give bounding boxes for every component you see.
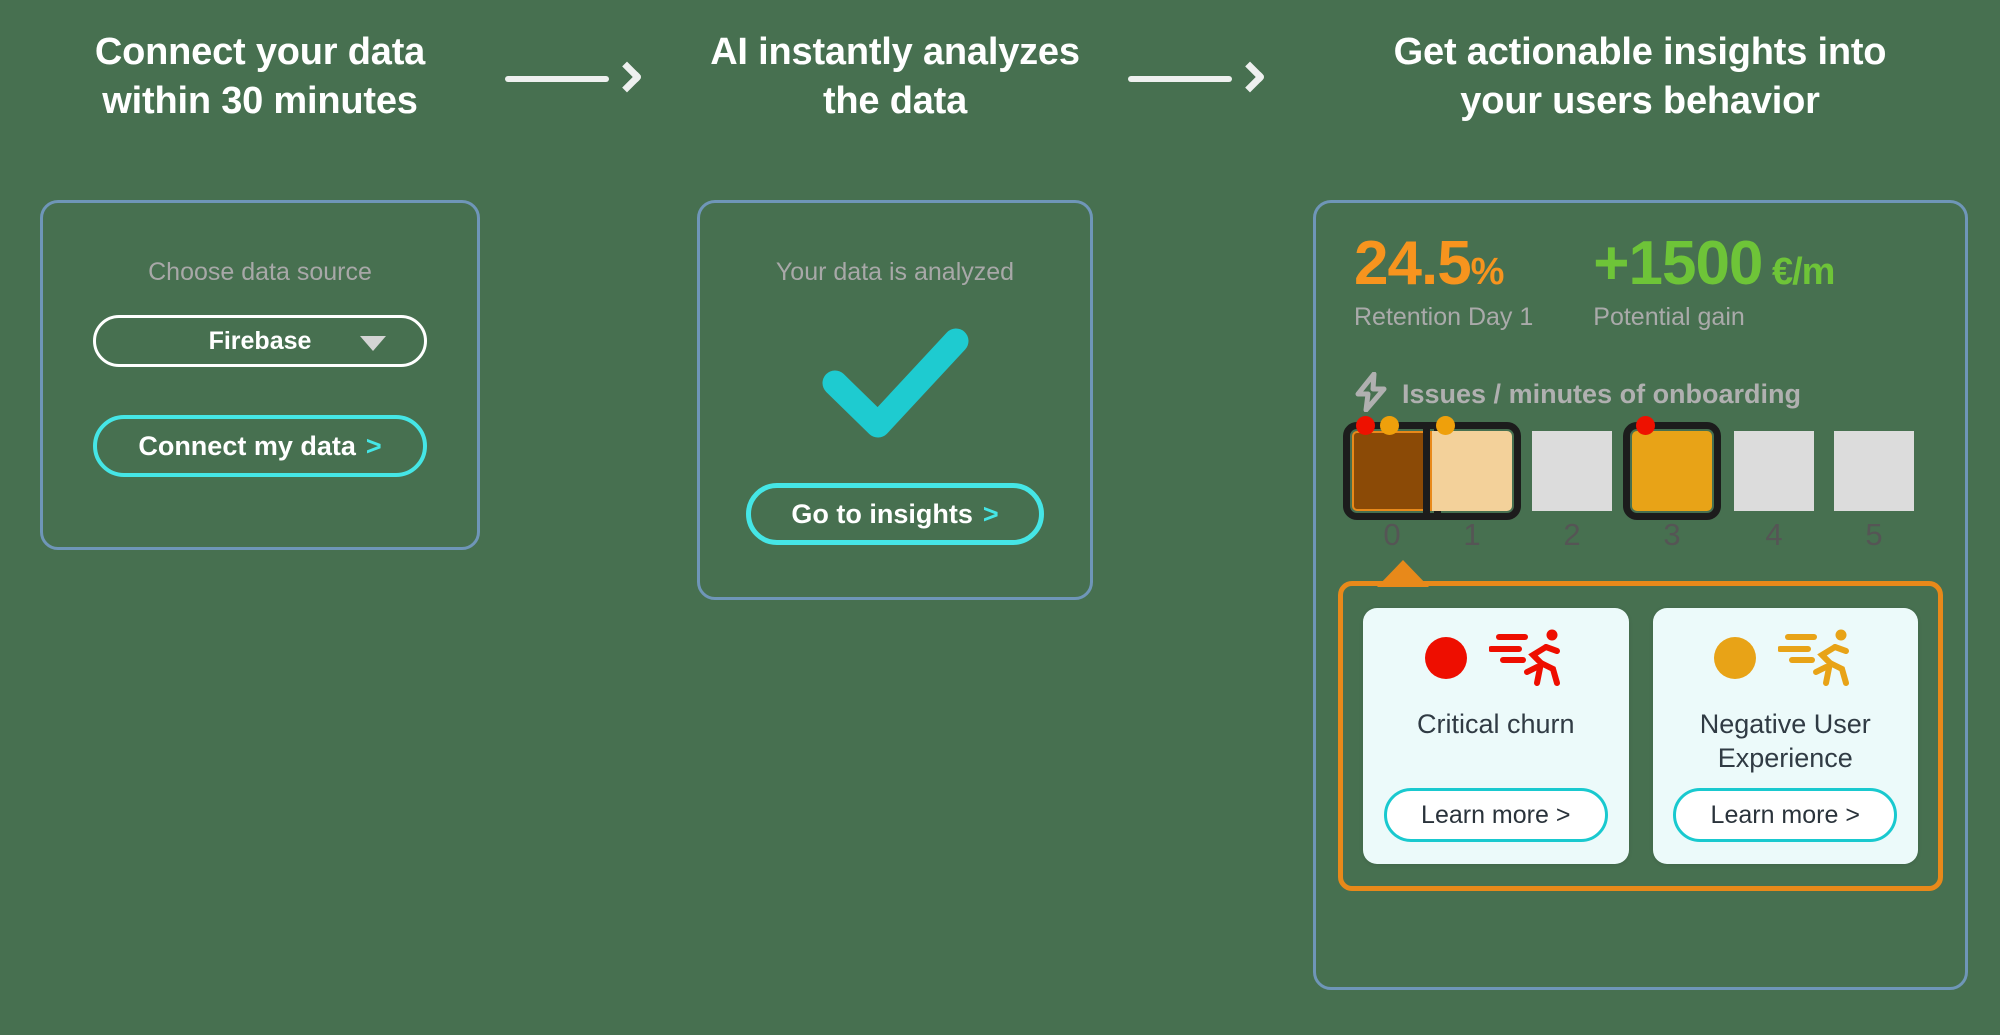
kpi-retention: 24.5% Retention Day 1 xyxy=(1354,233,1533,332)
arrow-shaft xyxy=(1128,76,1232,82)
step-1-heading-line1: Connect your data xyxy=(94,31,426,73)
timeline-tick-4: 4 xyxy=(1765,517,1783,552)
timeline-slot-3-dots xyxy=(1636,416,1655,435)
learn-more-button[interactable]: Learn more > xyxy=(1383,788,1608,842)
timeline-square-4 xyxy=(1734,431,1814,511)
kpi-gain-caption: Potential gain xyxy=(1593,303,1745,331)
arrow-head xyxy=(1234,61,1266,93)
issue-card-title: Negative User Experience xyxy=(1699,709,1871,773)
tooltip-pointer xyxy=(1377,560,1429,587)
timeline-tick-1: 1 xyxy=(1463,517,1481,552)
step-1-column: Connect your data within 30 minutes xyxy=(40,0,480,125)
step-3-heading: Get actionable insights into your users … xyxy=(1310,0,1970,125)
severity-dot-amber xyxy=(1436,416,1455,435)
kpi-retention-caption: Retention Day 1 xyxy=(1354,303,1534,331)
go-to-insights-label: Go to insights xyxy=(791,498,973,529)
issue-card-title: Critical churn xyxy=(1416,709,1575,739)
timeline-tick-3: 3 xyxy=(1663,517,1681,552)
check-icon xyxy=(810,321,980,441)
go-to-insights-button[interactable]: Go to insights > xyxy=(746,483,1044,545)
kpi-retention-unit: % xyxy=(1470,251,1505,293)
arrow-head xyxy=(611,61,643,93)
step-1-heading-line2: within 30 minutes xyxy=(102,79,418,122)
timeline-slot-1-dots xyxy=(1436,416,1455,435)
step-3-column: Get actionable insights into your users … xyxy=(1310,0,1970,125)
timeline-tick-2: 2 xyxy=(1563,517,1581,552)
kpi-row: 24.5% Retention Day 1 +1500 €/m Potentia… xyxy=(1316,203,1965,332)
timeline-square-1 xyxy=(1423,422,1521,520)
issues-header-label: Issues / minutes of onboarding xyxy=(1402,379,1802,409)
timeline-slot-0-dots xyxy=(1356,416,1399,435)
kpi-potential-gain: +1500 €/m Potential gain xyxy=(1593,229,1836,332)
timeline-slot-5[interactable]: 5 xyxy=(1834,431,1914,553)
severity-dot-red xyxy=(1636,416,1655,435)
issue-card-negative-ux[interactable]: Negative User Experience Learn more > xyxy=(1652,608,1918,864)
connect-my-data-label: Connect my data xyxy=(138,430,356,461)
timeline-slot-2[interactable]: 2 xyxy=(1532,431,1612,553)
running-person-icon xyxy=(1487,625,1567,692)
issue-card-critical-churn[interactable]: Critical churn Learn more > xyxy=(1363,608,1629,864)
timeline-slot-4[interactable]: 4 xyxy=(1734,431,1814,553)
chevron-right-icon: > xyxy=(982,498,999,529)
insights-card: 24.5% Retention Day 1 +1500 €/m Potentia… xyxy=(1313,200,1968,990)
timeline-square-0 xyxy=(1343,422,1441,520)
onboarding-timeline: 0 1 2 3 4 5 xyxy=(1316,416,1965,553)
step-1-card: Choose data source Firebase Connect my d… xyxy=(40,200,480,550)
choose-data-source-label: Choose data source xyxy=(148,258,372,286)
step-2-card: Your data is analyzed Go to insights > xyxy=(697,200,1093,600)
data-source-value: Firebase xyxy=(208,326,312,355)
step-2-heading: AI instantly analyzes the data xyxy=(695,0,1095,125)
timeline-tick-5: 5 xyxy=(1865,517,1883,552)
arrow-right-icon-1 xyxy=(505,61,643,96)
learn-more-button[interactable]: Learn more > xyxy=(1673,788,1898,842)
step-3-heading-line2: your users behavior xyxy=(1460,79,1820,122)
issue-card-header xyxy=(1379,629,1613,686)
step-2-heading-line1: AI instantly analyzes xyxy=(710,31,1080,73)
data-source-select[interactable]: Firebase xyxy=(93,315,427,367)
step-2-column: AI instantly analyzes the data xyxy=(695,0,1095,125)
kpi-gain-value: +1500 €/m xyxy=(1593,229,1836,298)
chevron-right-icon: > xyxy=(365,430,382,461)
step-1-heading: Connect your data within 30 minutes xyxy=(40,0,480,125)
chevron-down-icon xyxy=(360,336,386,351)
kpi-retention-value: 24.5% xyxy=(1354,229,1505,298)
timeline-slot-3[interactable]: 3 xyxy=(1623,416,1721,553)
severity-dot-red xyxy=(1424,637,1467,679)
step-2-heading-line2: the data xyxy=(822,79,968,122)
arrow-right-icon-2 xyxy=(1128,61,1266,96)
step-3-heading-line1: Get actionable insights into xyxy=(1393,31,1887,73)
arrow-shaft xyxy=(505,76,609,82)
timeline-square-5 xyxy=(1834,431,1914,511)
issue-card-header xyxy=(1669,629,1903,686)
timeline-slot-0[interactable]: 0 xyxy=(1343,416,1441,553)
lightning-bolt-icon xyxy=(1354,371,1388,417)
timeline-square-2 xyxy=(1532,431,1612,511)
infographic-stage: Connect your data within 30 minutes Choo… xyxy=(0,0,2000,1035)
severity-dot-amber xyxy=(1714,637,1757,679)
issues-detail-container: Critical churn Learn more > Negative Use… xyxy=(1338,560,1943,891)
kpi-gain-unit: €/m xyxy=(1762,251,1836,293)
timeline-tick-0: 0 xyxy=(1383,517,1401,552)
running-person-icon xyxy=(1777,625,1856,692)
connect-my-data-button[interactable]: Connect my data > xyxy=(93,415,427,477)
data-analyzed-label: Your data is analyzed xyxy=(775,258,1015,286)
timeline-slot-1[interactable]: 1 xyxy=(1423,416,1521,553)
timeline-square-3 xyxy=(1623,422,1721,520)
severity-dot-amber xyxy=(1380,416,1399,435)
issues-header: Issues / minutes of onboarding xyxy=(1316,332,1965,417)
severity-dot-red xyxy=(1356,416,1375,435)
